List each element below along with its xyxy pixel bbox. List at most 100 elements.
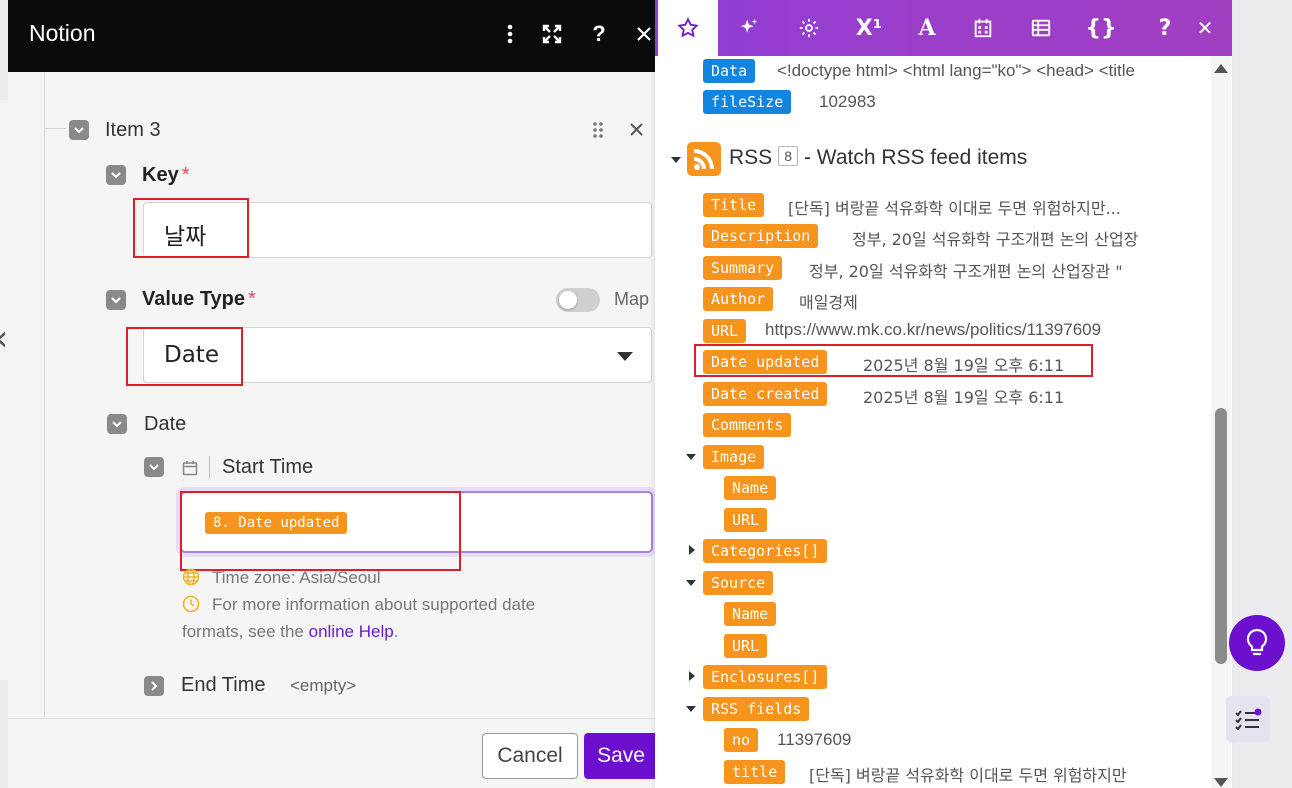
pill-rss-title[interactable]: title	[724, 760, 786, 784]
tab-math[interactable]: X¹	[839, 0, 899, 56]
value-data: <!doctype html> <html lang="ko"> <head> …	[777, 61, 1135, 80]
text-icon: A	[918, 15, 936, 41]
help-icon: ?	[1158, 15, 1172, 41]
required-marker: *	[181, 164, 190, 186]
module-name: RSS	[729, 146, 773, 169]
key-label: Key *	[142, 164, 190, 187]
item-label: Item 3	[105, 119, 161, 141]
key-collapse-toggle[interactable]	[106, 165, 126, 185]
pill-source[interactable]: Source	[703, 571, 774, 595]
braces-icon: {}	[1085, 15, 1117, 41]
tab-date[interactable]	[953, 0, 1013, 56]
start-time-collapse-toggle[interactable]	[144, 457, 164, 477]
value-type-label: Value Type *	[142, 288, 256, 311]
pill-image[interactable]: Image	[703, 445, 765, 469]
divider	[209, 456, 210, 478]
timezone-note: Time zone: Asia/Seoul	[182, 564, 381, 591]
map-label: Map	[614, 289, 650, 309]
highlight-box-value-type	[126, 327, 243, 386]
globe-icon	[182, 568, 200, 586]
rss-icon	[687, 142, 721, 176]
superscript-icon: X¹	[855, 15, 883, 41]
pill-url[interactable]: URL	[703, 319, 747, 343]
pill-source-name[interactable]: Name	[724, 602, 777, 626]
start-time-label: Start Time	[222, 456, 314, 478]
highlight-box-start-time	[180, 491, 461, 571]
calendar-icon	[974, 18, 992, 38]
more-vertical-icon[interactable]	[496, 18, 524, 50]
module-description: - Watch RSS feed items	[803, 146, 1028, 169]
tab-favorites[interactable]	[658, 0, 718, 56]
value-title: [단독] 벼랑끝 석유화학 이대로 두면 위험하지만...	[788, 199, 1121, 218]
expand-icon[interactable]	[538, 18, 566, 50]
close-icon[interactable]	[630, 18, 658, 50]
help-text-line-1: For more information about supported dat…	[212, 595, 536, 614]
sparkle-icon	[740, 18, 758, 33]
tab-json[interactable]: {}	[1071, 0, 1131, 56]
expand-caret-icon[interactable]	[689, 545, 695, 555]
expand-caret-icon[interactable]	[689, 671, 695, 681]
pill-date-created[interactable]: Date created	[703, 382, 828, 406]
module-title: RSS 8- Watch RSS feed items	[729, 146, 1027, 170]
pill-image-name[interactable]: Name	[724, 476, 777, 500]
format-help-note: For more information about supported dat…	[182, 591, 535, 618]
tree-guide-branch	[44, 128, 66, 129]
help-icon[interactable]: ?	[585, 18, 613, 50]
item-collapse-toggle[interactable]	[69, 120, 89, 140]
pill-data[interactable]: Data	[703, 59, 756, 83]
help-text-line-2: formats, see the	[182, 622, 304, 641]
tab-settings[interactable]	[779, 0, 839, 56]
lightbulb-icon	[1246, 628, 1268, 656]
table-icon	[1031, 19, 1051, 37]
collapse-caret-icon[interactable]	[686, 580, 696, 586]
modal-header: Notion ?	[8, 0, 658, 72]
pill-rss-fields[interactable]: RSS fields	[703, 697, 810, 721]
scroll-up-arrow-icon[interactable]	[1214, 64, 1228, 73]
module-number-badge: 8	[778, 146, 798, 166]
save-button[interactable]: Save	[584, 733, 658, 779]
pill-description[interactable]: Description	[703, 224, 819, 248]
mapping-panel: X¹ A {} ? ✕ Data <!doctype html> <html l…	[655, 0, 1232, 788]
cancel-button[interactable]: Cancel	[482, 733, 578, 779]
online-help-link[interactable]: online Help	[309, 622, 394, 641]
pill-image-url[interactable]: URL	[724, 508, 768, 532]
pill-categories[interactable]: Categories[]	[703, 539, 828, 563]
end-time-empty-value: <empty>	[290, 676, 357, 695]
pill-title[interactable]: Title	[703, 193, 765, 217]
remove-item-icon[interactable]	[629, 122, 644, 142]
value-url: https://www.mk.co.kr/news/politics/11397…	[765, 320, 1102, 339]
calendar-icon	[182, 460, 198, 476]
tab-text[interactable]: A	[897, 0, 957, 56]
pill-comments[interactable]: Comments	[703, 413, 792, 437]
pill-summary[interactable]: Summary	[703, 256, 783, 280]
required-marker: *	[248, 288, 256, 310]
checklist-button[interactable]	[1226, 696, 1270, 742]
tree-guide-line	[44, 72, 45, 717]
close-icon: ✕	[1196, 16, 1214, 40]
end-time-expand-toggle[interactable]	[144, 676, 164, 696]
pill-no[interactable]: no	[724, 728, 759, 752]
map-toggle[interactable]	[556, 288, 600, 312]
hint-button[interactable]	[1229, 615, 1285, 671]
collapse-caret-icon[interactable]	[686, 454, 696, 460]
key-label-text: Key	[142, 164, 179, 186]
tab-table[interactable]	[1011, 0, 1071, 56]
value-description: 정부, 20일 석유화학 구조개편 논의 산업장	[852, 230, 1139, 249]
scroll-down-arrow-icon[interactable]	[1214, 778, 1228, 787]
pill-filesize[interactable]: fileSize	[703, 90, 792, 114]
tab-ai[interactable]	[719, 0, 779, 56]
value-type-collapse-toggle[interactable]	[106, 290, 126, 310]
date-label: Date	[144, 413, 187, 435]
pill-author[interactable]: Author	[703, 287, 774, 311]
collapse-caret-icon[interactable]	[686, 706, 696, 712]
highlight-box-key	[133, 198, 249, 258]
date-collapse-toggle[interactable]	[107, 414, 127, 434]
collapse-caret-icon[interactable]	[671, 157, 681, 163]
chevron-down-icon	[617, 352, 633, 361]
drag-handle-icon[interactable]	[592, 121, 604, 144]
pill-source-url[interactable]: URL	[724, 634, 768, 658]
panel-close[interactable]: ✕	[1175, 0, 1232, 56]
pill-enclosures[interactable]: Enclosures[]	[703, 665, 828, 689]
timezone-text: Time zone: Asia/Seoul	[212, 568, 381, 587]
scrollbar-thumb[interactable]	[1215, 408, 1227, 664]
